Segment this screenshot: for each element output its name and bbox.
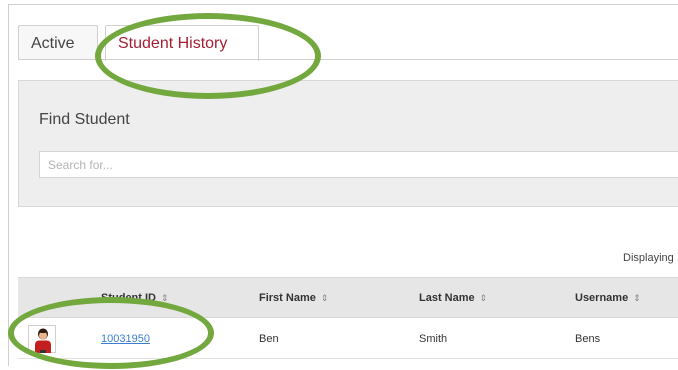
tab-bar-divider — [18, 59, 678, 60]
first-name-cell: Ben — [259, 333, 279, 345]
sort-icon[interactable]: ⇕ — [633, 293, 641, 303]
student-avatar-icon — [28, 325, 56, 353]
column-header-student-id[interactable]: Student ID ⇕ — [101, 278, 169, 319]
student-avatar-icon-graphic — [35, 328, 51, 353]
column-header-label: First Name — [259, 292, 316, 304]
column-header-label: Student ID — [101, 292, 156, 304]
column-header-label: Last Name — [419, 292, 475, 304]
column-header-first-name[interactable]: First Name ⇕ — [259, 278, 328, 319]
sort-icon[interactable]: ⇕ — [321, 293, 329, 303]
search-input[interactable] — [39, 151, 678, 178]
student-id-link[interactable]: 10031950 — [101, 319, 150, 359]
sort-icon[interactable]: ⇕ — [480, 293, 488, 303]
find-student-title: Find Student — [39, 111, 130, 128]
last-name-cell: Smith — [419, 333, 448, 345]
tab-active[interactable]: Active — [18, 25, 98, 60]
tab-student-history[interactable]: Student History — [105, 25, 259, 61]
column-header-username[interactable]: Username ⇕ — [575, 278, 641, 319]
displaying-count-text: Displaying — [623, 252, 674, 264]
column-header-last-name[interactable]: Last Name ⇕ — [419, 278, 487, 319]
username-cell: Bens — [575, 333, 601, 345]
find-student-panel: Find Student — [18, 80, 678, 207]
column-header-label: Username — [575, 292, 629, 304]
sort-icon[interactable]: ⇕ — [161, 293, 169, 303]
table-row[interactable]: 10031950 Ben Smith Bens — [18, 319, 678, 359]
table-header: Student ID ⇕ First Name ⇕ Last Name ⇕ Usern… — [18, 277, 678, 318]
